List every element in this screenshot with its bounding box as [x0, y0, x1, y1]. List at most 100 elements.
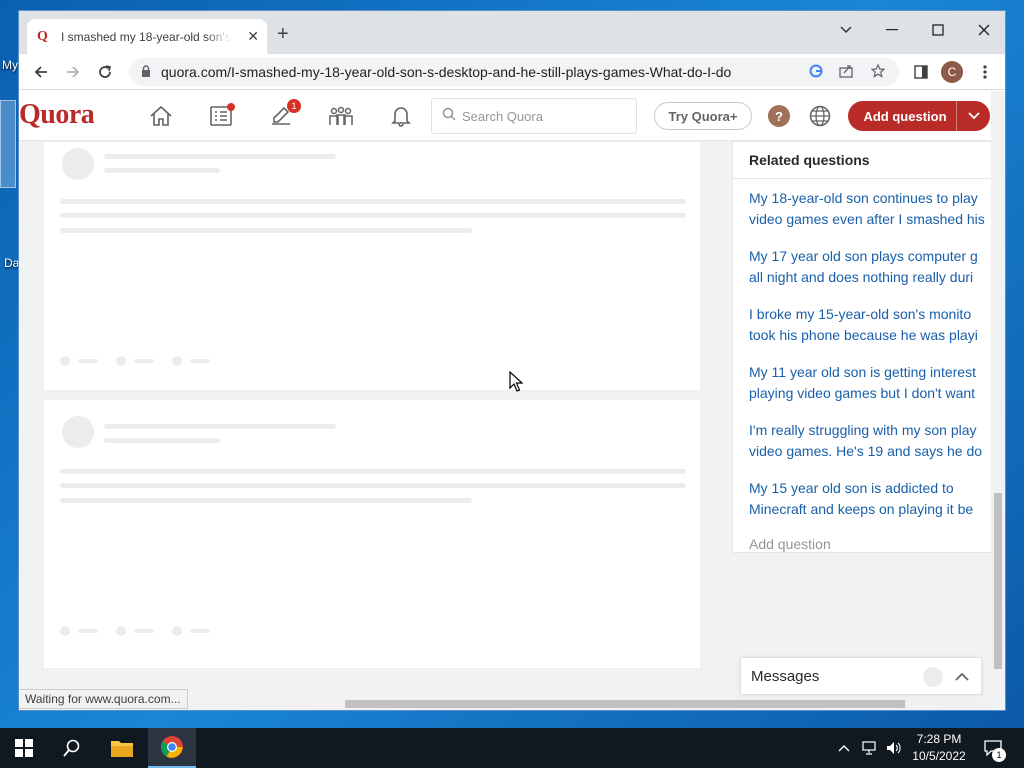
related-question-link[interactable]: My 18-year-old son continues to play vide… — [749, 188, 991, 230]
skeleton-line — [104, 438, 220, 443]
related-question-link[interactable]: I'm really struggling with my son play vi… — [749, 420, 991, 462]
skeleton-line — [134, 629, 154, 633]
related-question-link[interactable]: My 15 year old son is addicted to Minecra… — [749, 478, 991, 520]
answer-icon[interactable]: 1 — [265, 99, 301, 131]
browser-tab[interactable]: Q I smashed my 18-year-old son's desktop… — [27, 19, 267, 54]
windows-start-icon[interactable] — [0, 728, 48, 768]
chevron-down-icon[interactable] — [956, 101, 990, 131]
skeleton-dot — [60, 356, 70, 366]
related-questions-title: Related questions — [749, 152, 870, 168]
search-box[interactable] — [431, 98, 637, 134]
skeleton-dot — [172, 626, 182, 636]
network-icon[interactable] — [862, 728, 878, 768]
skeleton-line — [78, 359, 98, 363]
skeleton-line — [104, 168, 220, 173]
search-input[interactable] — [462, 108, 622, 124]
divider — [733, 178, 991, 179]
skeleton-dot — [116, 626, 126, 636]
bell-icon[interactable] — [385, 101, 417, 131]
skeleton-line — [78, 629, 98, 633]
url-text: quora.com/I-smashed-my-18-year-old-son-s… — [161, 64, 732, 80]
taskbar-clock[interactable]: 7:28 PM 10/5/2022 — [906, 731, 972, 765]
quora-header: Quora 1 Tr — [19, 91, 991, 141]
messages-dock[interactable]: Messages — [740, 657, 982, 695]
vertical-scrollbar[interactable] — [991, 91, 1005, 697]
related-question-link[interactable]: My 11 year old son is getting interest pl… — [749, 362, 991, 404]
google-icon[interactable] — [809, 64, 823, 81]
file-explorer-icon[interactable] — [98, 728, 146, 768]
notification-dot — [227, 103, 235, 111]
desktop-icon-selected[interactable] — [0, 100, 16, 188]
skeleton-line — [60, 498, 472, 503]
close-tab-icon[interactable]: ✕ — [247, 28, 259, 45]
browser-toolbar: quora.com/I-smashed-my-18-year-old-son-s… — [19, 54, 1005, 90]
chevron-up-icon[interactable] — [955, 667, 969, 692]
skeleton-line — [60, 469, 686, 474]
clock-time: 7:28 PM — [916, 732, 962, 746]
tab-strip: Q I smashed my 18-year-old son's desktop… — [19, 11, 1005, 54]
messages-label: Messages — [751, 667, 820, 685]
answer-badge: 1 — [287, 99, 301, 113]
taskbar: 7:28 PM 10/5/2022 1 — [0, 728, 1024, 768]
browser-window: Q I smashed my 18-year-old son's desktop… — [18, 10, 1006, 711]
help-icon[interactable]: ? — [768, 105, 790, 127]
related-question-link[interactable]: My 17 year old son plays computer g all n… — [749, 246, 991, 288]
skeleton-line — [104, 154, 336, 159]
reload-icon[interactable] — [93, 60, 117, 84]
tray-chevron-up-icon[interactable] — [838, 728, 850, 768]
related-questions-panel: Related questions My 18-year-old son con… — [732, 141, 992, 553]
menu-dots-icon[interactable] — [973, 60, 997, 84]
page-viewport: Related questions My 18-year-old son con… — [19, 91, 1005, 710]
home-icon[interactable] — [145, 101, 177, 131]
status-bubble: Waiting for www.quora.com... — [19, 689, 188, 709]
skeleton-line — [60, 228, 472, 233]
related-question-link[interactable]: I broke my 15-year-old son's monito took … — [749, 304, 991, 346]
bookmark-star-icon[interactable] — [870, 63, 886, 81]
add-question-label: Add question — [863, 108, 947, 124]
close-window-icon[interactable] — [961, 15, 1005, 45]
notification-count-badge: 1 — [992, 748, 1006, 762]
tab-search-icon[interactable] — [823, 15, 869, 45]
volume-icon[interactable] — [886, 728, 902, 768]
tab-title: I smashed my 18-year-old son's desktop a… — [61, 29, 231, 44]
address-bar[interactable]: quora.com/I-smashed-my-18-year-old-son-s… — [129, 58, 899, 86]
skeleton-line — [60, 213, 686, 218]
share-icon[interactable] — [839, 64, 853, 81]
profile-avatar[interactable]: C — [941, 61, 963, 83]
following-icon[interactable] — [205, 101, 237, 131]
skeleton-line — [104, 424, 336, 429]
lock-icon — [141, 64, 151, 80]
try-quora-plus-button[interactable]: Try Quora+ — [654, 102, 752, 130]
skeleton-dot — [60, 626, 70, 636]
new-tab-button[interactable]: + — [277, 24, 289, 44]
minimize-icon[interactable] — [869, 15, 915, 45]
skeleton-dot — [172, 356, 182, 366]
search-icon — [442, 107, 456, 126]
clock-date: 10/5/2022 — [912, 749, 966, 763]
maximize-icon[interactable] — [915, 15, 961, 45]
quora-favicon-icon: Q — [37, 28, 48, 44]
loading-card — [43, 399, 701, 669]
spaces-icon[interactable] — [325, 101, 357, 131]
back-icon[interactable] — [29, 60, 53, 84]
desktop-icon-label[interactable]: My — [2, 58, 18, 72]
skeleton-line — [190, 359, 210, 363]
add-question-button[interactable]: Add question — [848, 101, 990, 131]
add-question-link[interactable]: Add question — [749, 536, 831, 552]
skeleton-line — [60, 483, 686, 488]
mouse-cursor-icon — [509, 370, 524, 398]
skeleton-line — [60, 199, 686, 204]
globe-icon[interactable] — [809, 105, 831, 132]
scrollbar-thumb[interactable] — [994, 493, 1002, 669]
forward-icon[interactable] — [61, 60, 85, 84]
skeleton-line — [134, 359, 154, 363]
skeleton-avatar — [62, 416, 94, 448]
search-icon[interactable] — [48, 728, 96, 768]
scrollbar-thumb[interactable] — [345, 700, 905, 708]
loading-avatar — [923, 667, 943, 687]
quora-logo[interactable]: Quora — [19, 99, 95, 131]
skeleton-line — [190, 629, 210, 633]
chrome-icon[interactable] — [148, 728, 196, 768]
side-panel-icon[interactable] — [909, 60, 933, 84]
skeleton-avatar — [62, 148, 94, 180]
